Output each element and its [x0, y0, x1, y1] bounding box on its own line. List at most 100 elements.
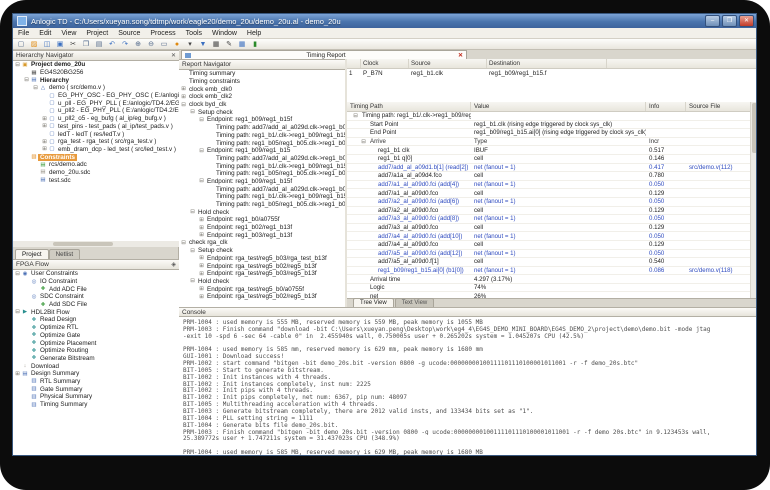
- timing-row[interactable]: reg1_b09/reg1_b15.ai[0] (b1[0]) net (fan…: [347, 267, 751, 276]
- flow-item[interactable]: ❖ Optimize Routing: [13, 347, 179, 355]
- report-tree-item[interactable]: ⊟ check rga_clk: [179, 239, 345, 247]
- scrollbar-thumb[interactable]: [53, 242, 113, 246]
- report-tree-label[interactable]: clock emb_clk0: [187, 86, 234, 93]
- clock-table-row[interactable]: 1 P_B7N reg1_b1.clk reg1_b09/reg1_b15.f: [347, 69, 757, 78]
- tree-item[interactable]: ▢ u_pll2 - EG_PHY_PLL ( E:/anlogic/TD4.2…: [13, 107, 179, 115]
- close-button[interactable]: ✕: [739, 15, 754, 27]
- report-tree-item[interactable]: ⊞ Endpoint: rga_test/reg5_b0/a0755f: [179, 285, 345, 293]
- tree-item-label[interactable]: u_pll - EG_PHY_PLL ( E:/anlogic/TD4.2/EG…: [56, 100, 179, 107]
- maximize-button[interactable]: ❐: [722, 15, 737, 27]
- report-tree-label[interactable]: Endpoint: rga_test/reg5_b02/reg5_b13f: [205, 293, 319, 300]
- menu-item[interactable]: Source: [113, 30, 145, 37]
- tree-item-label[interactable]: rcs/demo.adc: [47, 161, 89, 168]
- report-tree-label[interactable]: Endpoint: rga_test/reg5_b0/a0755f: [205, 286, 306, 293]
- flow-item-label[interactable]: Design Summary: [29, 370, 81, 377]
- flow-item[interactable]: ◎ IO Constraint: [13, 278, 179, 286]
- report-tree-label[interactable]: Endpoint: rga_test/reg5_b03/rga_test_b13…: [205, 255, 329, 262]
- report-tree-item[interactable]: ⊟ Endpoint: reg1_b09/reg1_b15f: [179, 116, 345, 124]
- tree-item-label[interactable]: test_pins - test_pads ( al_ip/test_pads.…: [56, 123, 175, 130]
- timing-row[interactable]: Logic 74%: [347, 284, 751, 293]
- expander-icon[interactable]: ⊞: [41, 123, 48, 129]
- timing-row[interactable]: reg1_b1 clk IBUF 0.517: [347, 146, 751, 155]
- expander-icon[interactable]: ⊞: [198, 263, 205, 269]
- report-tree-item[interactable]: Timing path: reg1_b05/reg1_b05.clk->reg1…: [179, 170, 345, 178]
- tree-item[interactable]: ▢ ledT - ledT ( res/ledT.v ): [13, 130, 179, 138]
- report-tree-item[interactable]: Timing path: reg1_b1/.clk->reg1_b09/reg1…: [179, 132, 345, 140]
- expander-icon[interactable]: ⊞: [198, 232, 205, 238]
- tree-item-label[interactable]: rga_test - rga_test ( src/rga_test.v ): [56, 138, 158, 145]
- expander-icon[interactable]: ⊞: [41, 146, 48, 152]
- report-navigator-tree[interactable]: Timing summary Timing constraints ⊞ cloc…: [179, 70, 346, 307]
- expander-icon[interactable]: ⊟: [189, 248, 196, 254]
- report-tree-label[interactable]: Timing path: add7/add_al_a029d.clk->reg1…: [214, 186, 345, 193]
- report-tree-label[interactable]: Endpoint: reg1_b09/reg1_b15: [205, 147, 292, 154]
- expander-icon[interactable]: ⊟: [198, 148, 205, 154]
- timing-row[interactable]: add7/a1_al_a09d0.fci (add[4]) net (fanou…: [347, 181, 751, 190]
- flow-item[interactable]: ▥ Timing Summary: [13, 401, 179, 409]
- panel-close-icon[interactable]: ✕: [171, 52, 176, 59]
- report-tree-item[interactable]: ⊞ Endpoint: reg1_b0/a0755f: [179, 216, 345, 224]
- tree-item[interactable]: ▧ Constraints: [13, 153, 179, 161]
- report-tree-item[interactable]: ⊞ Endpoint: rga_test/reg5_b03/rga_test_b…: [179, 255, 345, 263]
- run-icon[interactable]: ●: [172, 40, 182, 49]
- report-tree-label[interactable]: Timing path: reg1_b1/.clk->reg1_b09/reg1…: [214, 132, 345, 139]
- tree-item[interactable]: ▢ EG_PHY_OSC - EG_PHY_OSC ( E:/anlogic/T…: [13, 92, 179, 100]
- expander-icon[interactable]: ⊟: [180, 240, 187, 246]
- tree-item[interactable]: ⊞ ▢ rga_test - rga_test ( src/rga_test.v…: [13, 138, 179, 146]
- tree-item-label[interactable]: demo ( src/demo.v ): [47, 84, 107, 91]
- flow-item[interactable]: ▥ RTL Summary: [13, 378, 179, 386]
- tab-tree-view[interactable]: Tree View: [353, 298, 394, 307]
- save-icon[interactable]: ◫: [42, 40, 52, 49]
- expander-icon[interactable]: ⊟: [189, 278, 196, 284]
- tree-item-label[interactable]: Project demo_20u: [29, 61, 87, 68]
- report-tree-item[interactable]: Timing path: add7/add_al_a029d.clk->reg1…: [179, 185, 345, 193]
- report-tree-label[interactable]: Timing path: reg1_b05/reg1_b05.clk->reg1…: [214, 140, 345, 147]
- expander-icon[interactable]: ⊟: [198, 178, 205, 184]
- flow-item-label[interactable]: Generate Bitstream: [38, 355, 97, 362]
- report-tree-label[interactable]: Hold check: [196, 209, 231, 216]
- copy-icon[interactable]: ❐: [81, 40, 91, 49]
- report-tree-label[interactable]: Timing path: reg1_b1/.clk->reg1_b09/reg1…: [214, 193, 345, 200]
- expander-icon[interactable]: ⊞: [198, 286, 205, 292]
- tree-item-label[interactable]: Constraints: [38, 154, 77, 161]
- flow-item-label[interactable]: User Constraints: [29, 270, 80, 277]
- timing-row[interactable]: End Point reg1_b09/reg1_b15.ai[0] (risin…: [347, 129, 751, 138]
- menu-item[interactable]: Edit: [34, 30, 56, 37]
- tree-item-label[interactable]: ledT - ledT ( res/ledT.v ): [56, 131, 126, 138]
- timing-row[interactable]: Arrival time 4.297 (3.17%): [347, 275, 751, 284]
- tree-item[interactable]: ▤ test.sdc: [13, 176, 179, 184]
- flow-item-label[interactable]: Optimize Placement: [38, 340, 98, 347]
- expander-icon[interactable]: ⊞: [198, 294, 205, 300]
- flow-item-label[interactable]: Read Design: [38, 316, 78, 323]
- timing-row[interactable]: add7/a5_al_a09d0.fci (add[12]) net (fano…: [347, 250, 751, 259]
- report-tree-item[interactable]: ⊞ clock emb_clk0: [179, 85, 345, 93]
- flow-item-label[interactable]: Timing Summary: [38, 401, 89, 408]
- undo-icon[interactable]: ↶: [107, 40, 117, 49]
- cut-icon[interactable]: ✂: [68, 40, 78, 49]
- tree-item-label[interactable]: u_pll2_o5 - eg_bufg ( al_ip/eg_bufg.v ): [56, 115, 168, 122]
- expander-icon[interactable]: ⊞: [41, 139, 48, 145]
- pin-icon[interactable]: ◈: [171, 261, 176, 268]
- timing-row[interactable]: add7/a2_al_a09d0.fco cell 0.129: [347, 207, 751, 216]
- expander-icon[interactable]: ⊟: [198, 117, 205, 123]
- report-tree-label[interactable]: check rga_clk: [187, 239, 230, 246]
- flow-item-label[interactable]: HDL2Bit Flow: [29, 309, 72, 316]
- flow-item[interactable]: ❖ Read Design: [13, 316, 179, 324]
- tree-item-label[interactable]: EG4S20BG256: [38, 69, 85, 76]
- expander-icon[interactable]: ⊞: [198, 217, 205, 223]
- report-tree-item[interactable]: ⊟ Endpoint: reg1_b09/reg1_b15: [179, 147, 345, 155]
- flow-item[interactable]: ↓ Download: [13, 362, 179, 370]
- expander-icon[interactable]: ⊞: [14, 371, 21, 377]
- menu-item[interactable]: Process: [145, 30, 180, 37]
- flow-item-label[interactable]: Optimize RTL: [38, 324, 80, 331]
- report-tree-label[interactable]: Hold check: [196, 278, 231, 285]
- expander-icon[interactable]: ⊟: [189, 209, 196, 215]
- timing-row[interactable]: add7/a3_al_a09d0.fci (add[8]) net (fanou…: [347, 215, 751, 224]
- tree-item-label[interactable]: u_pll2 - EG_PHY_PLL ( E:/anlogic/TD4.2/E…: [56, 107, 179, 114]
- flow-item-label[interactable]: Add ADC File: [47, 286, 89, 293]
- menu-item[interactable]: Help: [242, 30, 266, 37]
- report-tree-item[interactable]: Timing summary: [179, 70, 345, 78]
- flow-item-label[interactable]: Download: [29, 363, 61, 370]
- timing-row[interactable]: ⊟Arrive Type Incr: [347, 138, 751, 147]
- expander-icon[interactable]: ⊟: [14, 309, 21, 315]
